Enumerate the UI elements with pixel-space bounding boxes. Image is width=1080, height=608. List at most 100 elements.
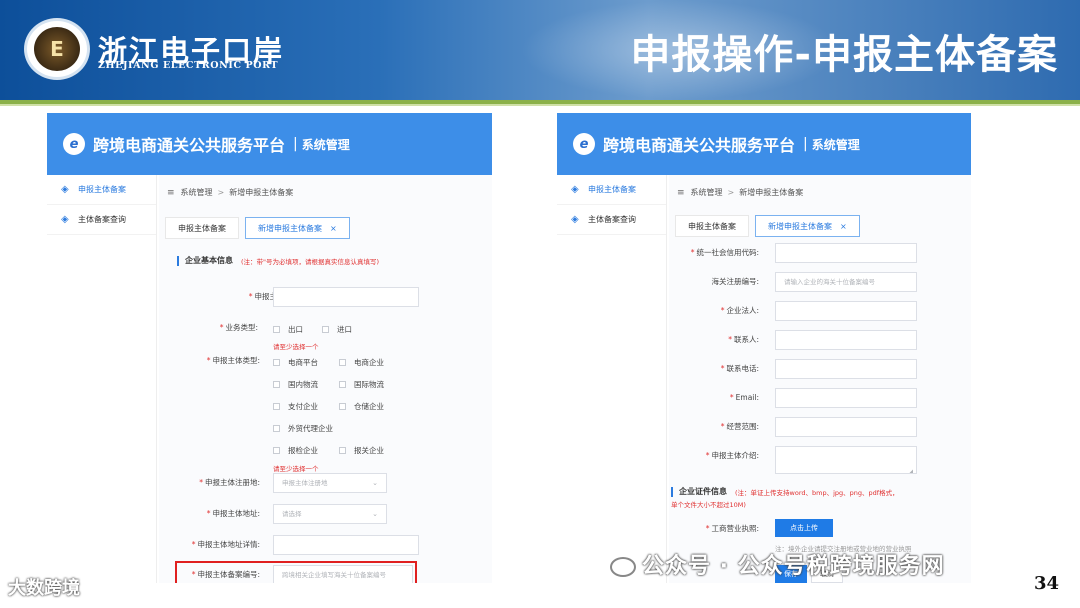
tab-label: 新增申报主体备案 xyxy=(768,221,832,231)
field-label: * 申报主体注册地: xyxy=(199,478,260,487)
checkbox-box[interactable] xyxy=(273,326,280,333)
checkbox-box[interactable] xyxy=(273,403,280,410)
slide-title: 申报操作-申报主体备案 xyxy=(630,32,1058,78)
section-note: (注：单证上传支持word、bmp、jpg、png、pdf格式， xyxy=(735,488,899,497)
app-header: e 跨境电商通关公共服务平台 | 系统管理 xyxy=(557,113,971,175)
entity-name-input[interactable] xyxy=(273,287,419,307)
reg-place-select[interactable]: 申报主体注册地 ⌄ xyxy=(273,473,387,493)
entity-type-error: 请至少选择一个 xyxy=(273,465,319,473)
breadcrumb: ≡ 系统管理 > 新增申报主体备案 xyxy=(167,187,293,198)
sidebar-item-entity-record[interactable]: ◈ 申报主体备案 xyxy=(47,175,156,205)
section-title: 企业基本信息 xyxy=(185,256,233,265)
close-icon[interactable]: × xyxy=(330,224,337,233)
tab-bar: 申报主体备案 新增申报主体备案 × xyxy=(165,217,356,239)
chevron-down-icon: ⌄ xyxy=(372,479,378,487)
checkbox-box[interactable] xyxy=(339,403,346,410)
tab-label: 申报主体备案 xyxy=(178,223,226,233)
org-name-en: ZHEJIANG ELECTRONIC PORT xyxy=(98,60,279,71)
checkbox-trade-agent[interactable]: 外贸代理企业 xyxy=(273,423,333,434)
company-info-form: * 统一社会信用代码: 海关注册编号: 请输入企业的海关十位备案编号 * 企业法人:… xyxy=(669,243,971,583)
field-row-reg-place: * 申报主体注册地: 申报主体注册地 ⌄ xyxy=(159,473,492,493)
sidebar-item-record-query[interactable]: ◈ 主体备案查询 xyxy=(557,205,666,235)
menu-icon[interactable]: ≡ xyxy=(167,188,175,198)
contact-input[interactable] xyxy=(775,330,917,350)
field-label: * 申报主体备案编号: xyxy=(191,570,260,579)
sidebar-item-label: 申报主体备案 xyxy=(588,185,636,194)
tab-new-entity-record[interactable]: 新增申报主体备案 × xyxy=(245,217,350,239)
checkbox-warehouse[interactable]: 仓储企业 xyxy=(339,401,384,412)
menu-icon[interactable]: ≡ xyxy=(677,188,685,198)
tab-new-entity-record[interactable]: 新增申报主体备案 × xyxy=(755,215,860,237)
checkbox-box[interactable] xyxy=(273,381,280,388)
field-label: * 业务类型: xyxy=(219,323,258,332)
customs-number-input[interactable]: 请输入企业的海关十位备案编号 xyxy=(775,272,917,292)
checkbox-box[interactable] xyxy=(339,359,346,366)
checkbox-intl-logistics[interactable]: 国际物流 xyxy=(339,379,384,390)
intro-textarea[interactable]: ◢ xyxy=(775,446,917,474)
field-row-name: *申报主体名称: xyxy=(159,287,492,307)
checkbox-box[interactable] xyxy=(273,447,280,454)
app-header: e 跨境电商通关公共服务平台 | 系统管理 xyxy=(47,113,492,175)
checkbox-box[interactable] xyxy=(339,381,346,388)
checkbox-domestic-logistics[interactable]: 国内物流 xyxy=(273,379,318,390)
wechat-icon xyxy=(610,557,636,577)
checkbox-import[interactable]: 进口 xyxy=(322,324,352,335)
business-scope-input[interactable] xyxy=(775,417,917,437)
checkbox-customs-broker[interactable]: 报关企业 xyxy=(339,445,384,456)
field-label: * 申报主体类型: xyxy=(206,356,260,365)
field-row-contact: * 联系人: xyxy=(669,330,971,350)
field-row-scope: * 经营范围: xyxy=(669,417,971,437)
resize-handle-icon[interactable]: ◢ xyxy=(908,463,913,473)
sidebar-item-entity-record[interactable]: ◈ 申报主体备案 xyxy=(557,175,666,205)
checkbox-box[interactable] xyxy=(273,359,280,366)
section-header: 企业基本信息 (注：带"号为必填项，请根据真实信息认真填写) xyxy=(177,255,379,266)
field-label: * Email: xyxy=(729,393,759,402)
record-number-input[interactable]: 跨境相关企业填写海关十位备案编号 xyxy=(273,565,413,583)
upload-button[interactable]: 点击上传 xyxy=(775,519,833,537)
tab-label: 申报主体备案 xyxy=(688,221,736,231)
cert-section-header: 企业证件信息 (注：单证上传支持word、bmp、jpg、png、pdf格式， xyxy=(671,486,899,497)
sidebar-item-label: 主体备案查询 xyxy=(78,215,126,224)
breadcrumb-current: 新增申报主体备案 xyxy=(739,188,804,197)
address-detail-input[interactable] xyxy=(273,535,419,555)
checkbox-box[interactable] xyxy=(273,425,280,432)
field-row-address: * 申报主体地址: 请选择 ⌄ xyxy=(159,504,492,524)
checkbox-box[interactable] xyxy=(339,447,346,454)
platform-logo-icon: e xyxy=(63,133,85,155)
checkbox-ecommerce-company[interactable]: 电商企业 xyxy=(339,357,384,368)
phone-input[interactable] xyxy=(775,359,917,379)
platform-title: 跨境电商通关公共服务平台 xyxy=(93,136,286,155)
breadcrumb-root[interactable]: 系统管理 xyxy=(691,188,723,197)
tab-entity-record[interactable]: 申报主体备案 xyxy=(165,217,239,239)
watermark-right: 公众号 · 公众号税跨境服务网 xyxy=(610,548,945,580)
tab-entity-record[interactable]: 申报主体备案 xyxy=(675,215,749,237)
legal-person-input[interactable] xyxy=(775,301,917,321)
slide-banner: E 浙江电子口岸 ZHEJIANG ELECTRONIC PORT 申报操作-申… xyxy=(0,0,1080,100)
sidebar: ◈ 申报主体备案 ◈ 主体备案查询 xyxy=(47,175,157,583)
main-content: ≡ 系统管理 > 新增申报主体备案 申报主体备案 新增申报主体备案 × 企业基本信息 … xyxy=(159,175,492,583)
sidebar: ◈ 申报主体备案 ◈ 主体备案查询 xyxy=(557,175,667,583)
checkbox-ecommerce-platform[interactable]: 电商平台 xyxy=(273,357,318,368)
address-select[interactable]: 请选择 ⌄ xyxy=(273,504,387,524)
field-label: * 联系电话: xyxy=(720,364,759,373)
credit-code-input[interactable] xyxy=(775,243,917,263)
page-number: 34 xyxy=(1034,573,1060,594)
checkbox-inspection[interactable]: 报检企业 xyxy=(273,445,318,456)
email-field[interactable] xyxy=(775,388,917,408)
section-bar xyxy=(671,486,673,497)
biz-type-error: 请至少选择一个 xyxy=(273,343,319,351)
breadcrumb: ≡ 系统管理 > 新增申报主体备案 xyxy=(677,187,803,198)
field-label: * 工商营业执照: xyxy=(705,524,759,533)
field-row-biz-type: * 业务类型: 出口 进口 xyxy=(159,318,492,338)
sidebar-item-record-query[interactable]: ◈ 主体备案查询 xyxy=(47,205,156,235)
field-row-intro: * 申报主体介绍: ◢ xyxy=(669,446,971,474)
checkbox-payment[interactable]: 支付企业 xyxy=(273,401,318,412)
breadcrumb-root[interactable]: 系统管理 xyxy=(181,188,213,197)
module-name: 系统管理 xyxy=(811,137,860,152)
close-icon[interactable]: × xyxy=(840,222,847,231)
checkbox-export[interactable]: 出口 xyxy=(273,324,303,335)
checkbox-box[interactable] xyxy=(322,326,329,333)
watermark-left: 大数跨境 xyxy=(8,578,80,599)
module-name: 系统管理 xyxy=(301,137,350,152)
field-label: * 统一社会信用代码: xyxy=(690,248,759,257)
